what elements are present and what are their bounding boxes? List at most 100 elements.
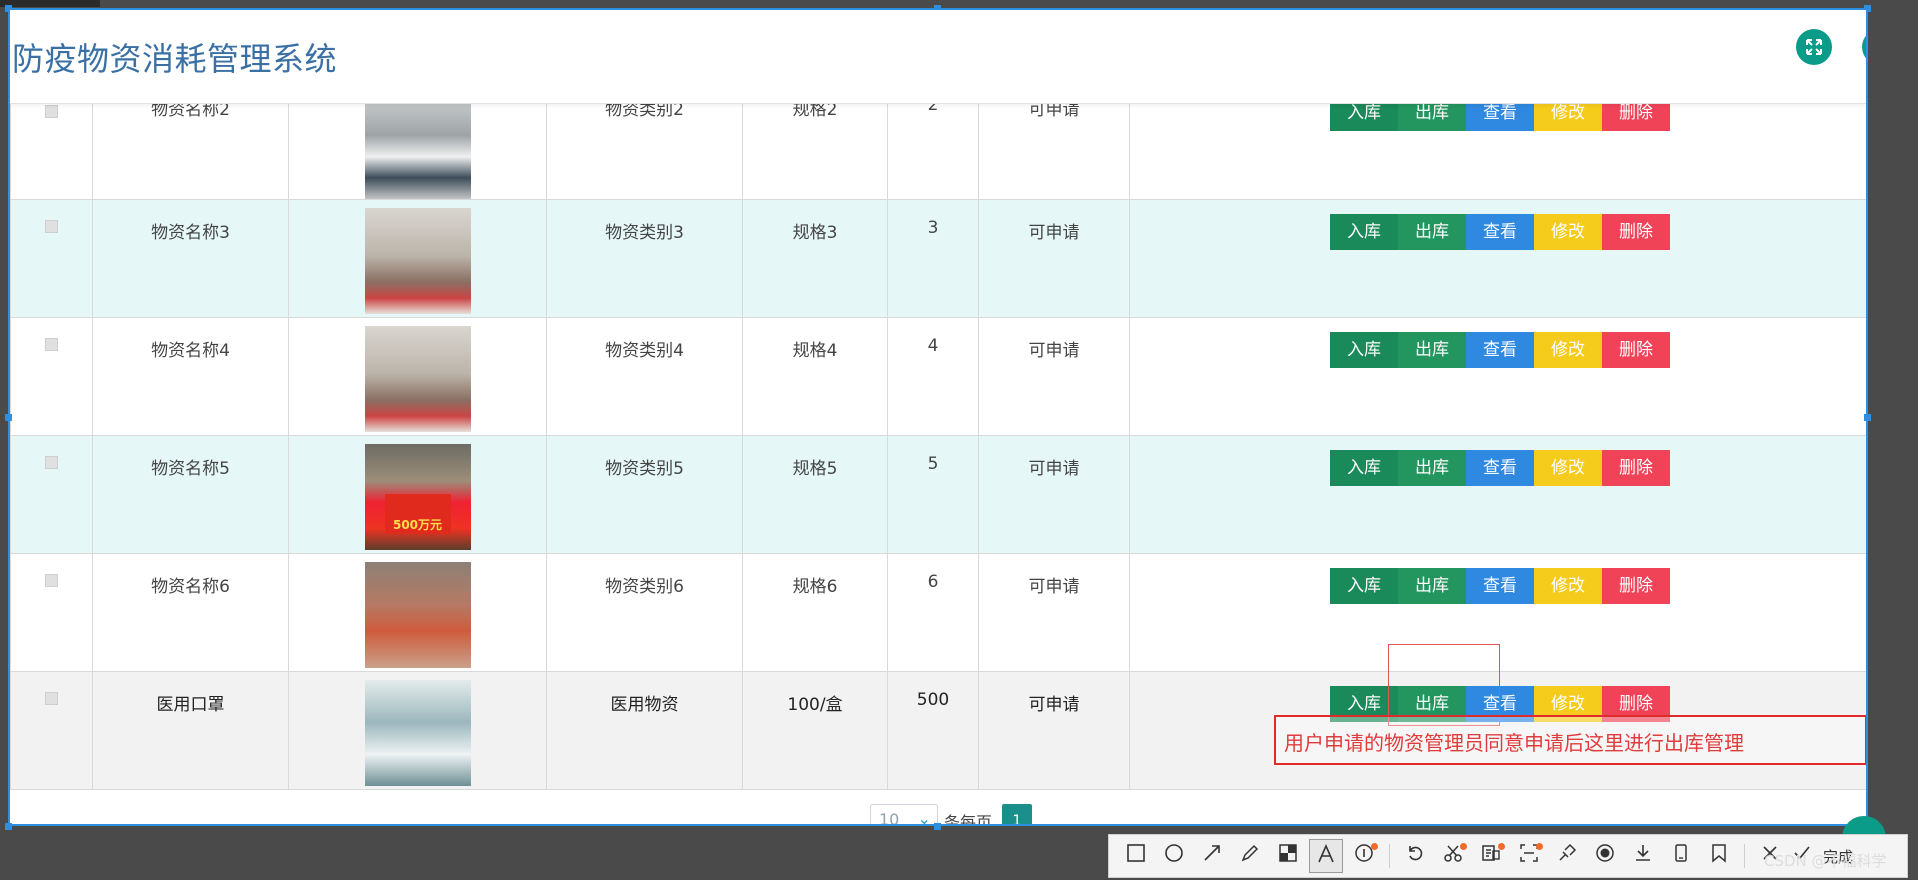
- selection-handle[interactable]: [5, 414, 12, 421]
- annotation-note: 用户申请的物资管理员同意申请后这里进行出库管理: [1274, 715, 1866, 765]
- stock-in-button[interactable]: 入库: [1330, 214, 1398, 250]
- cell-qty: 6: [887, 553, 979, 672]
- cell-spec: 规格6: [742, 553, 888, 672]
- cell-status: 可申请: [978, 199, 1130, 318]
- row-checkbox[interactable]: [45, 105, 58, 118]
- cell-spec: 规格4: [742, 317, 888, 436]
- delete-button[interactable]: 删除: [1602, 450, 1670, 486]
- new-badge-dot: [1498, 843, 1505, 850]
- new-badge-dot: [1371, 843, 1378, 850]
- number-tool[interactable]: [1347, 839, 1381, 873]
- edit-button[interactable]: 修改: [1534, 214, 1602, 250]
- pagination: 10 ⌄ 条每页 1: [870, 804, 1033, 826]
- pin-tool[interactable]: [1550, 839, 1584, 873]
- fullscreen-button[interactable]: [1796, 29, 1832, 65]
- window-tab: [0, 0, 100, 7]
- row-checkbox[interactable]: [45, 692, 58, 705]
- phone-icon: [1675, 844, 1687, 862]
- page-button-current[interactable]: 1: [1002, 804, 1033, 824]
- mosaic-tool[interactable]: [1271, 839, 1305, 873]
- scan-tool[interactable]: [1512, 839, 1546, 873]
- cell-category: 物资类别5: [546, 435, 743, 554]
- toolbar-divider: [1389, 844, 1390, 868]
- supply-image: [364, 326, 471, 432]
- scissors-tool[interactable]: [1436, 839, 1470, 873]
- cell-spec: 100/盒: [742, 671, 888, 790]
- page-size-select[interactable]: 10 ⌄: [870, 804, 938, 826]
- undo-icon: [1409, 846, 1423, 861]
- cell-qty: 500: [887, 671, 979, 790]
- per-page-label: 条每页: [944, 813, 993, 826]
- undo-tool[interactable]: [1398, 839, 1432, 873]
- stock-out-button[interactable]: 出库: [1398, 450, 1466, 486]
- view-button[interactable]: 查看: [1466, 214, 1534, 250]
- cell-category: 物资类别6: [546, 553, 743, 672]
- cell-status: 可申请: [978, 553, 1130, 672]
- pencil-icon: [1241, 844, 1259, 862]
- arrow-tool[interactable]: [1195, 839, 1229, 873]
- text-tool[interactable]: [1309, 839, 1343, 873]
- cell-qty: 5: [887, 435, 979, 554]
- delete-button[interactable]: 删除: [1602, 332, 1670, 368]
- view-button[interactable]: 查看: [1466, 332, 1534, 368]
- stock-out-button[interactable]: 出库: [1398, 332, 1466, 368]
- cell-qty: 3: [887, 199, 979, 318]
- supply-image: [364, 93, 471, 199]
- chevron-down-icon: ⌄: [917, 809, 931, 826]
- row-checkbox[interactable]: [45, 456, 58, 469]
- cell-category: 医用物资: [546, 671, 743, 790]
- view-button[interactable]: 查看: [1466, 450, 1534, 486]
- download-tool[interactable]: [1626, 839, 1660, 873]
- table-row: 物资名称5 500万元 物资类别5 规格5 5 可申请 入库 出库 查看 修改 …: [10, 435, 1866, 554]
- row-actions: 入库 出库 查看 修改 删除: [1330, 332, 1670, 368]
- mosaic-icon: [1279, 844, 1297, 862]
- stock-out-button[interactable]: 出库: [1398, 568, 1466, 604]
- cell-status: 可申请: [978, 435, 1130, 554]
- toolbar-divider: [1744, 844, 1745, 868]
- download-icon: [1636, 845, 1650, 861]
- view-button[interactable]: 查看: [1466, 568, 1534, 604]
- ellipse-icon: [1165, 844, 1183, 862]
- user-button[interactable]: [1862, 29, 1866, 65]
- stock-in-button[interactable]: 入库: [1330, 568, 1398, 604]
- record-icon: [1596, 844, 1614, 862]
- row-checkbox[interactable]: [45, 220, 58, 233]
- selection-handle[interactable]: [934, 823, 941, 830]
- stock-in-button[interactable]: 入库: [1330, 332, 1398, 368]
- phone-tool[interactable]: [1664, 839, 1698, 873]
- ocr-tool[interactable]: [1474, 839, 1508, 873]
- edit-button[interactable]: 修改: [1534, 450, 1602, 486]
- rectangle-tool[interactable]: [1119, 839, 1153, 873]
- bookmark-tool[interactable]: [1702, 839, 1736, 873]
- cell-qty: 4: [887, 317, 979, 436]
- table-row: 物资名称6 物资类别6 规格6 6 可申请 入库 出库 查看 修改 删除: [10, 553, 1866, 672]
- stock-in-button[interactable]: 入库: [1330, 450, 1398, 486]
- edit-button[interactable]: 修改: [1534, 332, 1602, 368]
- new-badge-dot: [1536, 843, 1543, 850]
- row-actions: 入库 出库 查看 修改 删除: [1330, 568, 1670, 604]
- delete-button[interactable]: 删除: [1602, 214, 1670, 250]
- app-header: 防疫物资消耗管理系统: [10, 10, 1866, 104]
- pin-icon: [1559, 843, 1577, 861]
- pen-tool[interactable]: [1233, 839, 1267, 873]
- cell-category: 物资类别3: [546, 199, 743, 318]
- stock-out-button[interactable]: 出库: [1398, 214, 1466, 250]
- arrow-icon: [1204, 845, 1220, 861]
- table-row: 物资名称4 物资类别4 规格4 4 可申请 入库 出库 查看 修改 删除: [10, 317, 1866, 436]
- cell-spec: 规格5: [742, 435, 888, 554]
- row-actions: 入库 出库 查看 修改 删除: [1330, 214, 1670, 250]
- expand-arrows-icon: [1806, 39, 1822, 55]
- row-actions: 入库 出库 查看 修改 删除: [1330, 450, 1670, 486]
- edit-button[interactable]: 修改: [1534, 568, 1602, 604]
- selection-handle[interactable]: [1864, 414, 1871, 421]
- rectangle-icon: [1127, 844, 1145, 862]
- cell-name: 医用口罩: [92, 671, 289, 790]
- selection-handle[interactable]: [5, 823, 12, 830]
- record-tool[interactable]: [1588, 839, 1622, 873]
- supply-image: [364, 208, 471, 314]
- delete-button[interactable]: 删除: [1602, 568, 1670, 604]
- row-checkbox[interactable]: [45, 338, 58, 351]
- row-checkbox[interactable]: [45, 574, 58, 587]
- ellipse-tool[interactable]: [1157, 839, 1191, 873]
- bookmark-icon: [1712, 844, 1726, 863]
